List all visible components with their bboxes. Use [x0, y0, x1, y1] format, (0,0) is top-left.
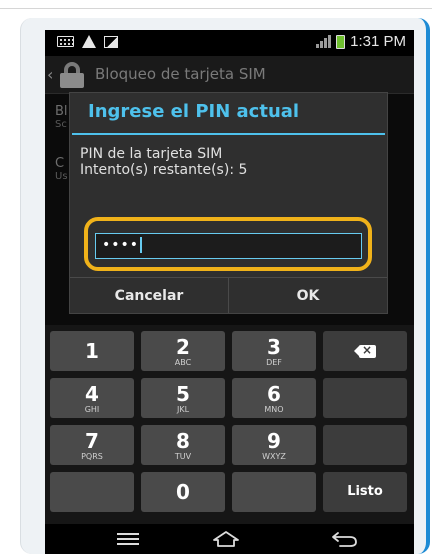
- key-digit: 6: [267, 382, 281, 406]
- key-0[interactable]: 0: [141, 472, 225, 512]
- key-8[interactable]: 8 TUV: [141, 425, 225, 465]
- text-caret: [140, 237, 143, 253]
- warning-icon: [82, 35, 96, 48]
- back-icon[interactable]: [330, 530, 358, 548]
- key-digit: 1: [85, 339, 99, 363]
- settings-item-label: C: [55, 156, 65, 171]
- numeric-keypad: 1 2 ABC 3 DEF × 4 GHI 5 JKL 6 MNO 7 PQRS…: [45, 325, 414, 524]
- status-bar: 1:31 PM: [45, 30, 414, 56]
- key-digit: 4: [85, 382, 99, 406]
- battery-icon: [336, 34, 346, 49]
- action-bar: ‹ Bloqueo de tarjeta SIM: [45, 56, 414, 94]
- key-7[interactable]: 7 PQRS: [50, 425, 134, 465]
- key-digit: 0: [176, 480, 190, 504]
- backspace-key[interactable]: ×: [323, 331, 407, 371]
- top-divider: [0, 8, 432, 9]
- key-letters: ABC: [174, 358, 192, 367]
- key-1[interactable]: 1: [50, 331, 134, 371]
- key-letters: PQRS: [81, 452, 103, 461]
- settings-item-sub: Sc: [55, 119, 67, 130]
- key-3[interactable]: 3 DEF: [232, 331, 316, 371]
- key-letters: TUV: [174, 452, 192, 461]
- settings-item-label: Bl: [55, 104, 68, 119]
- dialog-buttons: Cancelar OK: [70, 277, 387, 313]
- key-letters: GHI: [84, 405, 100, 414]
- pin-value: ••••: [102, 237, 140, 253]
- dialog-title: Ingrese el PIN actual: [88, 101, 300, 122]
- status-icons: 1:31 PM: [316, 33, 406, 50]
- key-digit: 9: [267, 429, 281, 453]
- cancel-button[interactable]: Cancelar: [70, 278, 228, 313]
- lock-icon: [57, 62, 87, 88]
- key-letters: MNO: [264, 405, 284, 414]
- home-icon[interactable]: [212, 530, 240, 548]
- image-icon: [104, 35, 118, 48]
- key-digit: 8: [176, 429, 190, 453]
- key-5[interactable]: 5 JKL: [141, 378, 225, 418]
- blank-key: [232, 472, 316, 512]
- dialog-title-divider: [72, 133, 385, 135]
- keyboard-icon: [57, 36, 74, 47]
- status-time: 1:31 PM: [350, 33, 406, 50]
- key-6[interactable]: 6 MNO: [232, 378, 316, 418]
- settings-item[interactable]: Bl Sc: [55, 104, 68, 130]
- done-key-label: Listo: [347, 484, 383, 499]
- key-2[interactable]: 2 ABC: [141, 331, 225, 371]
- blank-key: [323, 425, 407, 465]
- screenshot-frame: 1:31 PM ‹ Bloqueo de tarjeta SIM Bl Sc C…: [0, 0, 432, 554]
- blank-key: [50, 472, 134, 512]
- key-9[interactable]: 9 WXYZ: [232, 425, 316, 465]
- key-digit: 3: [267, 335, 281, 359]
- page-title: Bloqueo de tarjeta SIM: [95, 65, 266, 83]
- dialog-message: PIN de la tarjeta SIM Intento(s) restant…: [80, 146, 247, 178]
- phone-screen: 1:31 PM ‹ Bloqueo de tarjeta SIM Bl Sc C…: [45, 30, 414, 554]
- key-digit: 2: [176, 335, 190, 359]
- pin-dialog: Ingrese el PIN actual PIN de la tarjeta …: [69, 92, 388, 314]
- key-letters: DEF: [266, 358, 282, 367]
- blank-key: [323, 378, 407, 418]
- key-letters: WXYZ: [262, 452, 286, 461]
- navigation-bar: [45, 524, 414, 554]
- key-letters: JKL: [176, 405, 190, 414]
- attempts-remaining: Intento(s) restante(s): 5: [80, 162, 248, 178]
- back-chevron-icon[interactable]: ‹: [47, 65, 53, 84]
- pin-input[interactable]: ••••: [95, 233, 362, 259]
- key-4[interactable]: 4 GHI: [50, 378, 134, 418]
- key-digit: 7: [85, 429, 99, 453]
- menu-icon[interactable]: [117, 533, 139, 545]
- dialog-message-line1: PIN de la tarjeta SIM: [80, 146, 223, 162]
- notification-icons: [57, 35, 118, 48]
- key-digit: 5: [176, 382, 190, 406]
- settings-item-sub: Us: [55, 171, 68, 182]
- backspace-icon: ×: [354, 343, 376, 358]
- ok-button[interactable]: OK: [228, 278, 387, 313]
- signal-icon: [316, 35, 332, 48]
- done-key[interactable]: Listo: [323, 472, 407, 512]
- settings-item[interactable]: C Us: [55, 156, 68, 182]
